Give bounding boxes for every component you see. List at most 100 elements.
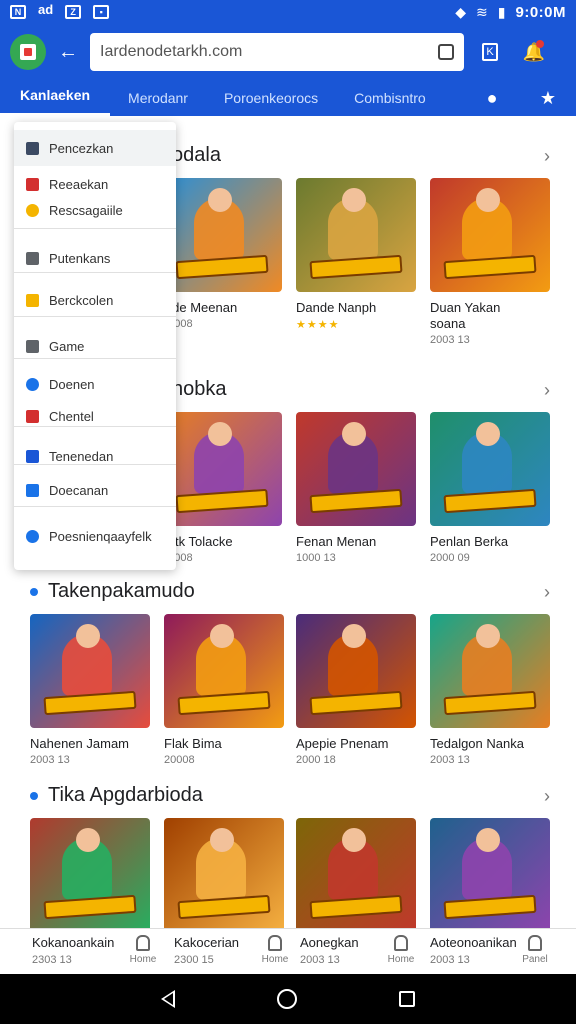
back-arrow-icon[interactable]: ←: [54, 41, 82, 64]
game-card[interactable]: Aonegkan2003 13: [296, 818, 416, 928]
game-thumbnail: [162, 412, 282, 526]
menu-item[interactable]: Putenkans: [14, 248, 176, 268]
k-box-button[interactable]: K: [472, 34, 508, 70]
menu-item[interactable]: Rescsagaiile: [14, 200, 176, 220]
character-head: [476, 422, 500, 446]
bottom-nav: Kokanoankain 2303 13 Home Kakocerian 2300 15…: [0, 928, 576, 974]
bottom-nav-icon-label: Panel: [522, 954, 548, 965]
bottom-nav-icon[interactable]: Home: [126, 935, 160, 965]
tab-kanlaeken[interactable]: Kanlaeken: [0, 80, 111, 116]
character-head: [342, 188, 366, 212]
bottom-nav-icon[interactable]: Home: [384, 935, 418, 965]
game-meta: 10008: [162, 318, 193, 330]
game-card[interactable]: hide Meenan 10008: [162, 178, 282, 330]
chevron-right-icon[interactable]: ›: [544, 146, 550, 167]
game-card[interactable]: Apepie Pnenam 2000 18: [296, 614, 416, 766]
section: Tika Apgdarbioda › Kokanoankain2303 13Kako…: [0, 780, 576, 928]
menu-item[interactable]: Chentel: [14, 406, 176, 426]
menu-item[interactable]: Doecanan: [14, 480, 176, 500]
section-title[interactable]: Tika Apgdarbioda: [30, 784, 203, 807]
game-meta: 2000 09: [430, 552, 470, 564]
game-card[interactable]: Fenan Menan 1000 13: [296, 412, 416, 564]
menu-item[interactable]: Doenen: [14, 374, 176, 394]
tab-merodanr[interactable]: Merodanr: [110, 90, 206, 106]
system-recents-icon[interactable]: [399, 991, 415, 1007]
app-icon[interactable]: [10, 34, 46, 70]
menu-item[interactable]: Berckcolen: [14, 290, 176, 310]
menu-item-icon: [26, 141, 39, 155]
tab-combisntro[interactable]: Combisntro: [336, 90, 444, 106]
section-title-text: Tika Apgdarbioda: [48, 784, 203, 806]
game-card[interactable]: Kokanoankain2303 13: [30, 818, 150, 928]
game-thumbnail: [430, 818, 550, 928]
game-title: Penlan Berka: [430, 534, 509, 549]
bottom-nav-icon[interactable]: Home: [258, 935, 292, 965]
bottom-nav-item[interactable]: Kakocerian 2300 15: [174, 935, 239, 966]
menu-item[interactable]: Tenenedan: [14, 446, 176, 466]
menu-item[interactable]: Poesnienqaayfelk: [14, 526, 176, 546]
bottom-nav-icon[interactable]: Panel: [518, 935, 552, 965]
system-back-icon[interactable]: [161, 990, 175, 1008]
section-title[interactable]: odala: [172, 144, 221, 167]
character-head: [76, 828, 100, 852]
menu-item-icon: [26, 529, 39, 543]
menu-item-icon: [26, 339, 39, 353]
bottom-nav-item[interactable]: Aoteonoanikan 2003 13: [430, 935, 517, 966]
bottom-nav-icon-label: Home: [387, 954, 415, 965]
section-bullet-icon: [30, 587, 38, 596]
logo-banner: [43, 690, 137, 716]
notifications-button[interactable]: 🔔: [516, 34, 552, 70]
tab-poroenkeorocs[interactable]: Poroenkeorocs: [206, 90, 336, 106]
logo-banner: [443, 690, 537, 716]
logo-banner: [177, 690, 271, 716]
bottom-nav-item[interactable]: Kokanoankain 2303 13: [32, 935, 114, 966]
character-head: [476, 828, 500, 852]
game-card[interactable]: Penlan Berka 2000 09: [430, 412, 550, 564]
home-icon: [136, 935, 150, 951]
star-icon[interactable]: ★: [520, 88, 576, 109]
bottom-nav-sub: 2303 13: [32, 954, 72, 966]
menu-item-label: Berckcolen: [49, 292, 114, 308]
logo-banner: [443, 894, 537, 920]
wifi-icon: ≋: [476, 3, 488, 20]
game-card[interactable]: Duan Yakan soana 2003 13: [430, 178, 550, 346]
game-thumbnail: [296, 412, 416, 526]
game-card[interactable]: Tedalgon Nanka 2003 13: [430, 614, 550, 766]
menu-item-label: Pencezkan: [49, 140, 114, 156]
game-card[interactable]: Kakocerian2300 15: [164, 818, 284, 928]
system-home-icon[interactable]: [277, 989, 297, 1009]
game-card[interactable]: Aoteonoanikan2003 13: [430, 818, 550, 928]
section-title[interactable]: Takenpakamudo: [30, 580, 195, 603]
game-card[interactable]: Flak Bima 20008: [164, 614, 284, 766]
menu-item[interactable]: Reeaekan: [14, 174, 176, 194]
game-meta: 2000 18: [296, 754, 336, 766]
bottom-nav-label: Kakocerian: [174, 935, 240, 950]
game-thumbnail: [430, 178, 550, 292]
menu-item-icon: [26, 251, 39, 265]
character-head: [342, 422, 366, 446]
bottom-nav-item[interactable]: Aonegkan 2003 13: [300, 935, 359, 966]
logo-banner: [177, 894, 271, 920]
game-card[interactable]: Dande Nanph ★★★★: [296, 178, 416, 331]
menu-item-icon: [26, 177, 39, 191]
game-thumbnail: [430, 614, 550, 728]
logo-banner: [309, 690, 403, 716]
notification-dot: [536, 40, 544, 48]
character-head: [208, 188, 232, 212]
account-icon[interactable]: ●: [464, 88, 520, 109]
chevron-right-icon[interactable]: ›: [544, 380, 550, 401]
section-title[interactable]: nobka: [172, 378, 227, 401]
game-card[interactable]: laitk Tolacke 10008: [162, 412, 282, 564]
chevron-right-icon[interactable]: ›: [544, 786, 550, 807]
menu-item[interactable]: Game: [14, 336, 176, 356]
game-card[interactable]: Nahenen Jamam 2003 13: [30, 614, 150, 766]
bottom-nav-label: Kokanoankain: [32, 935, 115, 950]
game-meta: 20008: [164, 754, 195, 766]
menu-item[interactable]: Pencezkan: [14, 130, 176, 166]
menu-item-label: Reeaekan: [49, 176, 109, 192]
game-thumbnail: [296, 818, 416, 928]
search-input[interactable]: Iardenodetarkh.com: [90, 33, 464, 71]
search-icon[interactable]: [438, 44, 454, 60]
logo-banner: [43, 894, 137, 920]
chevron-right-icon[interactable]: ›: [544, 582, 550, 603]
